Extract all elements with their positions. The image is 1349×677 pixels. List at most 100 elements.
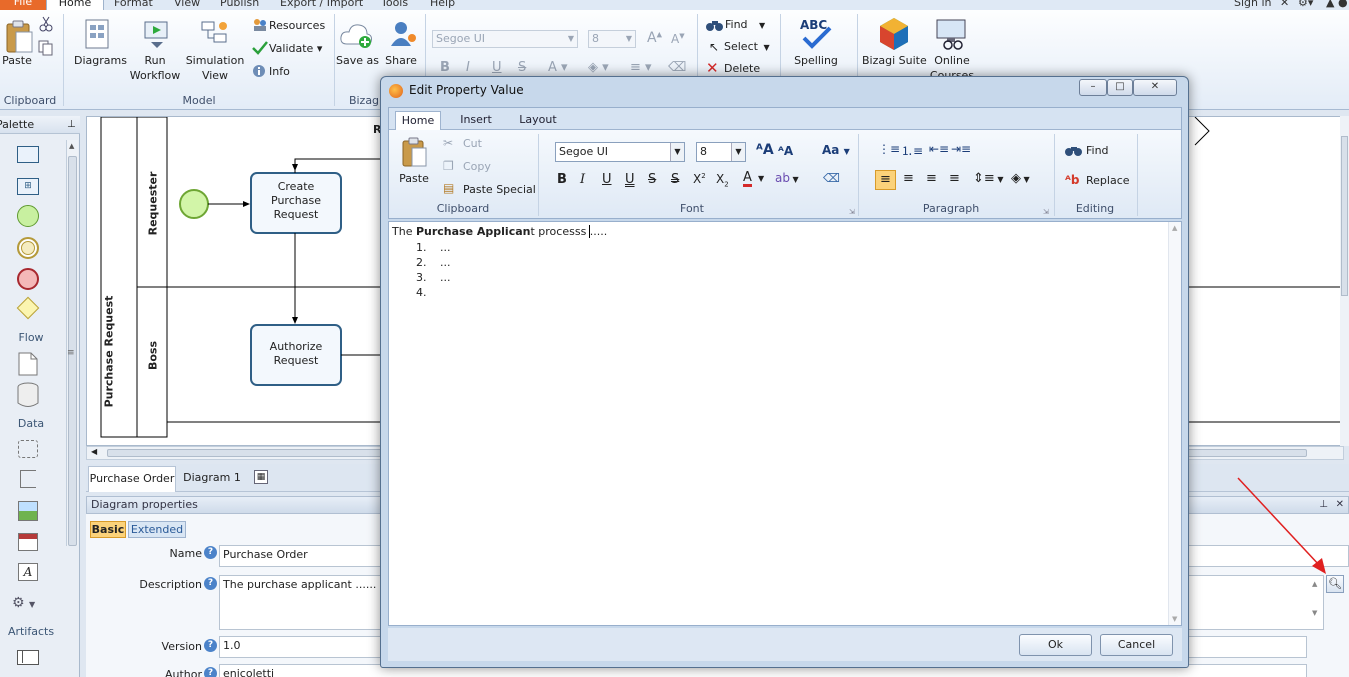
minimize-ribbon-icon[interactable]: ▲ [1326, 0, 1334, 10]
subprocess-shape-icon[interactable]: ⊞ [17, 178, 39, 195]
bold-icon[interactable]: B [557, 172, 567, 187]
online-courses-icon[interactable] [934, 18, 970, 50]
dialog-tab-layout[interactable]: Layout [513, 111, 563, 130]
data-object-icon[interactable] [18, 352, 38, 376]
shrink-font-icon[interactable]: ᴬA [778, 144, 793, 158]
run-workflow-button[interactable]: Run Workflow [128, 53, 182, 83]
cut-icon[interactable]: ✂ [443, 136, 453, 150]
start-event-icon[interactable] [17, 205, 39, 227]
change-case-icon[interactable]: Aa ▼ [822, 143, 850, 157]
subscript-icon[interactable]: X2 [716, 172, 729, 188]
dialog-cut-button[interactable]: Cut [463, 137, 482, 150]
simulation-view-icon[interactable] [199, 18, 229, 50]
dialog-paste-special-button[interactable]: Paste Special [463, 183, 536, 196]
italic-icon[interactable]: I [580, 172, 585, 187]
bold-icon[interactable]: B [440, 60, 450, 75]
underline-icon[interactable]: U [602, 172, 612, 187]
justify-icon[interactable]: ≡ [949, 171, 960, 186]
copy-icon[interactable]: ❐ [443, 159, 454, 173]
sign-in-link[interactable]: Sign in [1234, 0, 1272, 10]
spelling-button[interactable]: Spelling [790, 53, 842, 68]
align-center-icon[interactable]: ≡ [903, 171, 914, 186]
basic-subtab[interactable]: Basic [90, 521, 126, 538]
select-button[interactable]: Select ▼ [724, 40, 770, 53]
pool-label[interactable]: Purchase Request [103, 277, 116, 427]
dialog-tab-insert[interactable]: Insert [453, 111, 499, 130]
double-underline-icon[interactable]: U [625, 172, 635, 187]
annotation-shape-icon[interactable] [20, 470, 36, 488]
dialog-tab-home[interactable]: Home [395, 111, 441, 130]
clear-format-icon[interactable]: ⌫ [823, 171, 840, 185]
ok-button[interactable]: Ok [1019, 634, 1092, 656]
grow-font-icon[interactable]: ᴬA [756, 142, 774, 158]
lane-label-requester[interactable]: Requester [147, 154, 160, 254]
gear-icon[interactable]: ⚙▾ [1298, 0, 1313, 10]
underline-icon[interactable]: U [492, 60, 502, 75]
end-event-icon[interactable] [17, 268, 39, 290]
splitter-grip-icon[interactable]: ≡ [67, 348, 75, 358]
help-icon[interactable]: ● [1338, 0, 1348, 10]
line-spacing-icon[interactable]: ⇕≡ ▼ [973, 171, 1004, 186]
decrease-indent-icon[interactable]: ⇤≡ [929, 142, 949, 156]
save-as-button[interactable]: Save as [336, 53, 379, 68]
font-name-combo[interactable]: Segoe UI ▼ [432, 30, 578, 48]
align-right-icon[interactable]: ≡ [926, 171, 937, 186]
lane-label-boss[interactable]: Boss [147, 306, 160, 406]
font-color-icon[interactable]: A ▾ [548, 60, 568, 75]
italic-icon[interactable]: I [466, 60, 470, 75]
eraser-icon[interactable]: ⌫ [668, 60, 686, 75]
list-item[interactable]: 3.... [416, 270, 451, 285]
paste-icon[interactable] [401, 136, 429, 168]
paste-special-icon[interactable]: ▤ [443, 181, 454, 195]
shrink-font-icon[interactable]: A▼ [671, 32, 685, 46]
numbered-list[interactable]: 1.... 2.... 3.... 4. [416, 240, 451, 300]
paste-icon[interactable] [4, 18, 34, 54]
fill-color-icon[interactable]: ◈ ▾ [588, 60, 609, 75]
close-icon[interactable]: ✕ [1336, 497, 1344, 513]
highlight-icon[interactable]: ab ▼ [775, 171, 799, 185]
tab-publish[interactable]: Publish [220, 0, 259, 10]
maximize-icon[interactable]: □ [1107, 79, 1133, 96]
spelling-icon[interactable]: ABC [798, 16, 834, 52]
tab-purchase-order[interactable]: Purchase Order [88, 466, 176, 492]
close-icon[interactable]: ✕ [1133, 79, 1177, 96]
tab-home[interactable]: Home [46, 0, 104, 10]
tab-view[interactable]: View [174, 0, 200, 10]
tab-diagram-1[interactable]: Diagram 1 [182, 466, 242, 492]
scroll-down-icon[interactable]: ▼ [1312, 609, 1317, 617]
text-shape-icon[interactable]: A [18, 563, 38, 581]
superscript-icon[interactable]: X2 [693, 172, 706, 186]
delete-button[interactable]: Delete [724, 62, 760, 75]
intermediate-event-icon[interactable] [17, 237, 39, 259]
image-shape-icon[interactable] [18, 501, 38, 521]
data-store-icon[interactable] [17, 382, 39, 408]
strikethrough-icon[interactable]: S [648, 172, 656, 187]
diagrams-button[interactable]: Diagrams [74, 53, 127, 68]
find-button[interactable]: Find ▼ [725, 18, 765, 31]
align-icon[interactable]: ≡ ▾ [630, 60, 652, 75]
paste-button[interactable]: Paste [0, 53, 34, 68]
dialog-launcher-icon[interactable]: ⇲ [1043, 208, 1049, 216]
dialog-paste-button[interactable]: Paste [395, 172, 433, 185]
tab-help[interactable]: Help [430, 0, 455, 10]
editor-scrollbar[interactable]: ▲ ▼ [1168, 222, 1181, 625]
more-artifacts-icon[interactable]: ⚙ ▼ [12, 595, 35, 611]
pin-icon[interactable]: ⊥ [67, 116, 76, 134]
extended-subtab[interactable]: Extended [128, 521, 186, 538]
chevron-down-icon[interactable]: ▼ [758, 174, 764, 183]
tab-tools[interactable]: Tools [381, 0, 408, 10]
cut-icon[interactable] [38, 16, 54, 32]
list-item[interactable]: 2.... [416, 255, 451, 270]
header-shape-icon[interactable] [18, 533, 38, 551]
new-diagram-icon[interactable]: ▦ [254, 470, 268, 484]
palette-scrollbar[interactable]: ▲ [66, 140, 78, 546]
validate-button[interactable]: Validate ▾ [269, 42, 322, 55]
task-create-purchase-request[interactable]: Create Purchase Request [251, 180, 341, 222]
help-icon[interactable]: ? [204, 639, 217, 652]
diagrams-icon[interactable] [83, 18, 113, 50]
editor-paragraph[interactable]: The Purchase Applicant processs ..... [392, 225, 607, 238]
help-icon[interactable]: ? [204, 667, 217, 677]
file-tab[interactable]: File [0, 0, 46, 10]
shading-icon[interactable]: ◈ ▼ [1011, 171, 1030, 186]
share-button[interactable]: Share [383, 53, 419, 68]
